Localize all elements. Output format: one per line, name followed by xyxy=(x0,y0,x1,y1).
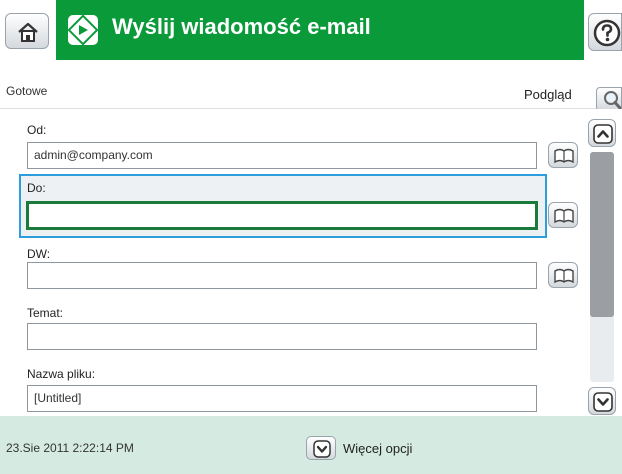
home-button[interactable] xyxy=(5,13,49,49)
subject-field[interactable] xyxy=(27,323,537,350)
cc-label: DW: xyxy=(27,247,51,261)
more-options-label[interactable]: Więcej opcji xyxy=(343,441,412,456)
chevron-up-icon xyxy=(593,124,613,144)
home-icon xyxy=(18,22,38,42)
cc-address-book-button[interactable] xyxy=(548,262,578,288)
scrollbar-thumb[interactable] xyxy=(590,152,614,317)
from-field[interactable]: admin@company.com xyxy=(27,142,537,169)
help-icon xyxy=(593,19,621,47)
from-label: Od: xyxy=(27,123,47,137)
help-button[interactable] xyxy=(588,13,622,51)
title-banner: Wyślij wiadomość e-mail xyxy=(56,0,584,60)
to-field[interactable] xyxy=(26,201,538,230)
file-name-label: Nazwa pliku: xyxy=(27,367,96,381)
send-icon xyxy=(68,15,98,45)
subject-label: Temat: xyxy=(27,306,64,320)
to-label: Do: xyxy=(27,181,46,195)
datetime-text: 23.Sie 2011 2:22:14 PM xyxy=(6,441,134,455)
chevron-down-icon xyxy=(313,440,331,458)
from-address-book-button[interactable] xyxy=(548,142,578,168)
to-address-book-button[interactable] xyxy=(548,202,578,228)
preview-button[interactable] xyxy=(596,87,622,111)
preview-label[interactable]: Podgląd xyxy=(524,87,572,102)
status-text: Gotowe xyxy=(6,84,48,98)
page-title: Wyślij wiadomość e-mail xyxy=(112,14,371,39)
address-book-icon xyxy=(554,208,574,224)
footer-bar: 23.Sie 2011 2:22:14 PM Więcej opcji xyxy=(0,416,622,474)
status-row: Gotowe Podgląd xyxy=(0,60,622,111)
address-book-icon xyxy=(554,148,574,164)
scroll-up-button[interactable] xyxy=(588,119,616,147)
title-bar: Wyślij wiadomość e-mail xyxy=(0,0,622,60)
more-options-button[interactable] xyxy=(306,436,336,460)
file-name-field[interactable]: [Untitled] xyxy=(27,385,537,412)
address-book-icon xyxy=(554,268,574,284)
scroll-down-button[interactable] xyxy=(588,387,616,415)
cc-field[interactable] xyxy=(27,262,537,289)
chevron-down-icon xyxy=(593,392,613,412)
